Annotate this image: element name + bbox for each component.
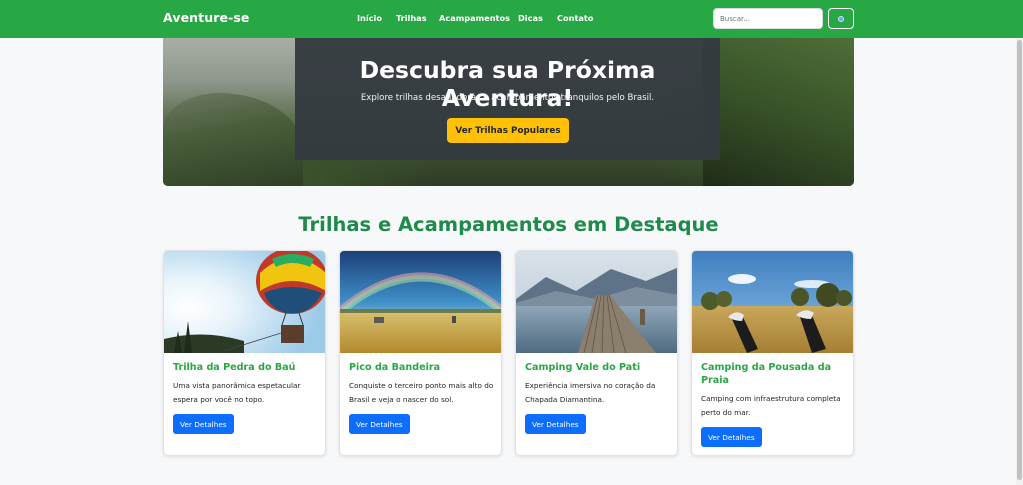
search-input[interactable]	[713, 8, 823, 29]
details-button[interactable]: Ver Detalhes	[173, 414, 234, 434]
card-vale-do-pati: Camping Vale do Pati Experiência imersiv…	[515, 250, 678, 456]
nav-link-dicas[interactable]: Dicas	[518, 13, 543, 23]
nav-link-inicio[interactable]: Início	[357, 13, 382, 23]
card-pedra-do-bau: Trilha da Pedra do Baú Uma vista panorâm…	[163, 250, 326, 456]
section-title: Trilhas e Acampamentos em Destaque	[298, 213, 719, 236]
hero-banner: Descubra sua Próxima Aventura! Explore t…	[163, 38, 854, 186]
hot-air-balloon-image	[164, 251, 325, 353]
card-title: Camping da Pousada da Praia	[701, 362, 832, 386]
details-button[interactable]: Ver Detalhes	[701, 427, 762, 447]
card-description: Uma vista panorâmica espetacular espera …	[173, 381, 301, 404]
card-pico-da-bandeira: Pico da Bandeira Conquiste o terceiro po…	[339, 250, 502, 456]
card-description: Camping com infraestrutura completa pert…	[701, 394, 841, 417]
card-description: Experiência imersiva no coração da Chapa…	[525, 381, 656, 404]
navbar: Aventure-se Início Trilhas Acampamentos …	[0, 0, 1023, 38]
nav-link-acampamentos[interactable]: Acampamentos	[439, 13, 510, 23]
hero-background-hill	[163, 93, 303, 186]
nav-link-trilhas[interactable]: Trilhas	[396, 13, 427, 23]
hero-overlay: Descubra sua Próxima Aventura! Explore t…	[295, 38, 720, 160]
card-description: Conquiste o terceiro ponto mais alto do …	[349, 381, 494, 404]
card-title: Trilha da Pedra do Baú	[173, 362, 296, 373]
details-button[interactable]: Ver Detalhes	[349, 414, 410, 434]
rainbow-field-image	[340, 251, 501, 353]
lake-pier-image	[516, 251, 677, 353]
card-title: Pico da Bandeira	[349, 362, 441, 373]
hero-title: Descubra sua Próxima Aventura!	[359, 56, 656, 112]
scrollbar-thumb[interactable]	[1017, 40, 1022, 480]
search-icon	[838, 15, 844, 22]
card-pousada-da-praia: Camping da Pousada da Praia Camping com …	[691, 250, 854, 456]
search-button[interactable]	[828, 8, 854, 29]
brand-logo[interactable]: Aventure-se	[163, 10, 249, 25]
nav-link-contato[interactable]: Contato	[557, 13, 593, 23]
hero-subtitle: Explore trilhas desafiadoras e acampamen…	[360, 93, 655, 103]
details-button[interactable]: Ver Detalhes	[525, 414, 586, 434]
popular-trails-button[interactable]: Ver Trilhas Populares	[447, 118, 569, 143]
card-title: Camping Vale do Pati	[525, 362, 641, 373]
feet-in-field-image	[692, 251, 853, 353]
hero-background-slope	[703, 38, 854, 186]
